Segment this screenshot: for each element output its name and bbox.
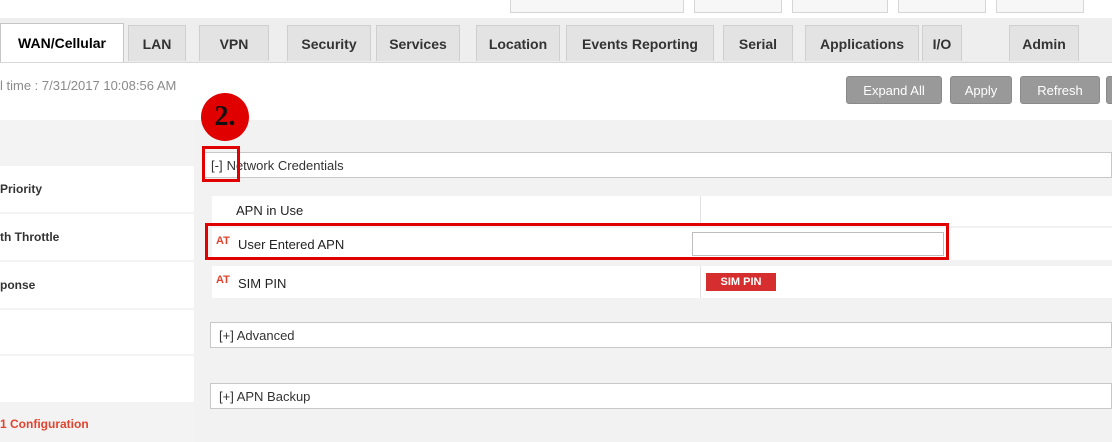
expand-all-button[interactable]: Expand All (846, 76, 942, 104)
sidebar-item-label: th Throttle (0, 230, 60, 244)
top-strip-box (694, 0, 782, 13)
advanced-section-header[interactable]: [+] Advanced (210, 322, 1112, 348)
top-strip-box (792, 0, 888, 13)
at-command-marker: AT (216, 274, 230, 286)
sidebar-item-label: ponse (0, 278, 36, 292)
main-tab-bar: WAN/Cellular LAN VPN Security Services L… (0, 18, 1112, 63)
user-entered-apn-row (212, 228, 1112, 260)
tab-io[interactable]: I/O (922, 25, 962, 61)
sidebar-item-response[interactable]: ponse (0, 262, 194, 308)
tab-location[interactable]: Location (476, 25, 560, 61)
top-strip (0, 0, 1112, 18)
section-title: [+] APN Backup (219, 388, 311, 404)
tab-events-reporting[interactable]: Events Reporting (566, 25, 714, 61)
section-title: [+] Advanced (219, 327, 295, 343)
toolbar-button-partial[interactable] (1106, 76, 1112, 104)
sim-pin-row (212, 266, 1112, 298)
tab-wan-cellular[interactable]: WAN/Cellular (0, 23, 124, 62)
section-title: Network Credentials (226, 157, 344, 173)
user-entered-apn-label: User Entered APN (238, 237, 345, 252)
tab-services[interactable]: Services (376, 25, 460, 61)
step-number-badge: 2. (201, 93, 249, 141)
sidebar-item-label: Priority (0, 182, 43, 196)
user-entered-apn-input[interactable] (692, 232, 944, 256)
sim-pin-label: SIM PIN (238, 276, 287, 291)
sidebar-item-blank[interactable] (0, 310, 194, 354)
apn-in-use-row (212, 196, 1112, 226)
top-strip-box (996, 0, 1084, 13)
top-strip-box (510, 0, 684, 13)
tab-vpn[interactable]: VPN (199, 25, 269, 61)
apply-button[interactable]: Apply (950, 76, 1012, 104)
sim-pin-button[interactable]: SIM PIN (706, 273, 776, 291)
sidebar-item-priority[interactable]: Priority (0, 166, 194, 212)
toggle-collapse-icon[interactable]: [-] (211, 158, 223, 173)
system-time-label: l time : 7/31/2017 10:08:56 AM (0, 78, 177, 93)
sidebar-item-blank[interactable] (0, 356, 194, 402)
tab-serial[interactable]: Serial (723, 25, 793, 61)
network-credentials-section-header[interactable]: [-] Network Credentials (202, 152, 1112, 178)
apn-in-use-label: APN in Use (236, 203, 304, 218)
column-divider (700, 266, 701, 298)
sidebar-item-configuration[interactable]: 1 Configuration (0, 417, 89, 431)
tab-admin[interactable]: Admin (1009, 25, 1079, 61)
at-command-marker: AT (216, 235, 230, 247)
tab-security[interactable]: Security (287, 25, 371, 61)
tab-lan[interactable]: LAN (128, 25, 186, 61)
tab-applications[interactable]: Applications (805, 25, 919, 61)
refresh-button[interactable]: Refresh (1020, 76, 1100, 104)
top-strip-box (898, 0, 986, 13)
sidebar-item-throttle[interactable]: th Throttle (0, 214, 194, 260)
apn-backup-section-header[interactable]: [+] APN Backup (210, 383, 1112, 409)
column-divider (700, 196, 701, 226)
